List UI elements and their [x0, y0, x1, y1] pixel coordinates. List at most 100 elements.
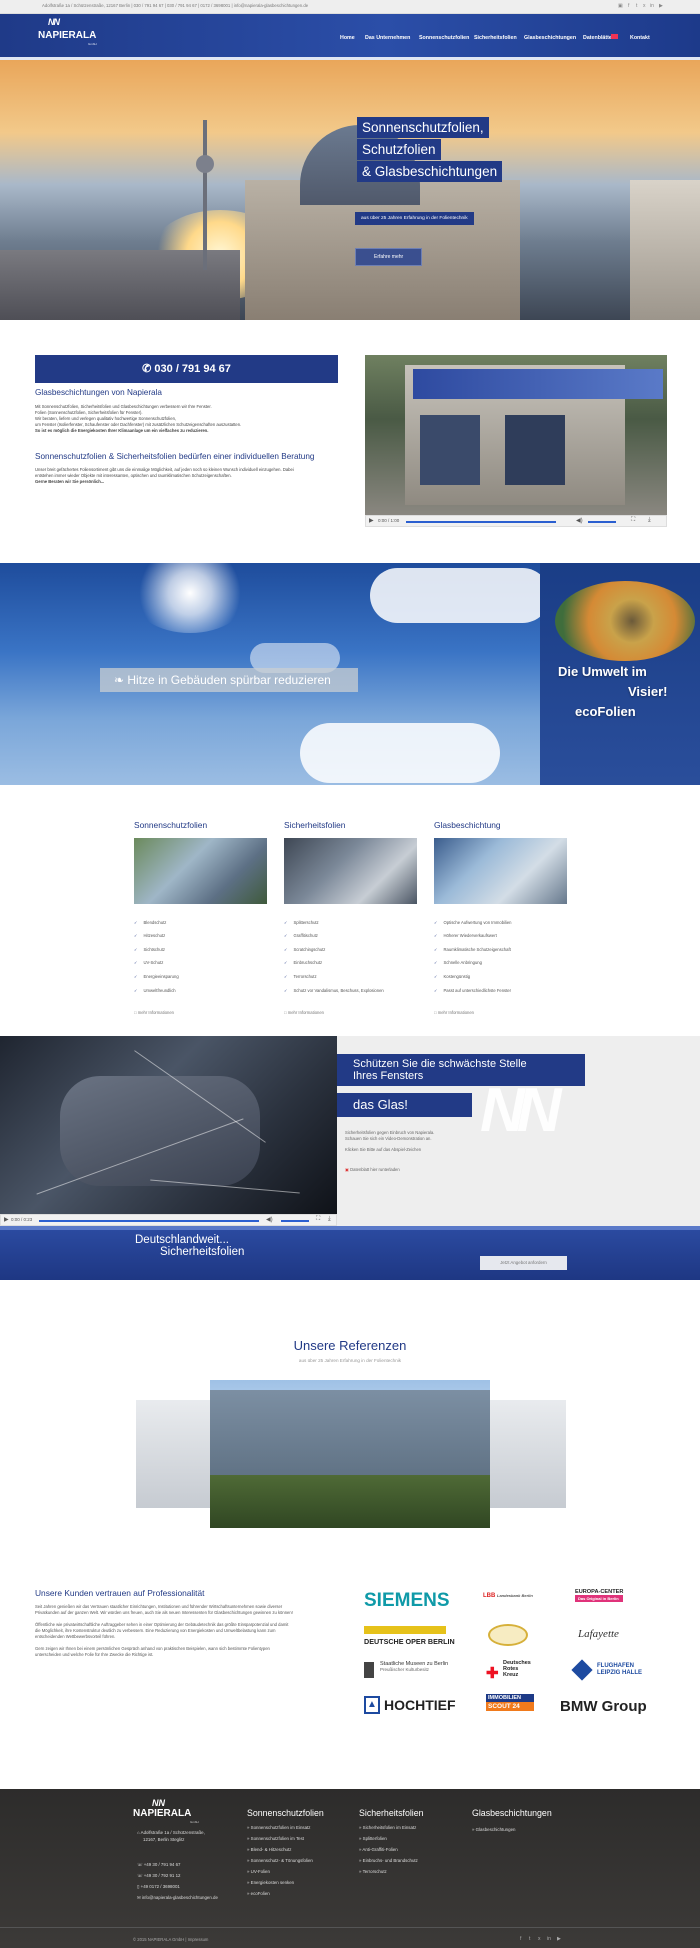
- nav-home[interactable]: Home: [340, 35, 355, 41]
- twitter-icon[interactable]: t: [529, 1936, 530, 1942]
- footer-logo[interactable]: NAPIERALA: [133, 1808, 191, 1819]
- download-icon[interactable]: ⤓: [648, 517, 651, 524]
- feature-label: Schnelle Anbringung: [443, 960, 482, 965]
- check-icon: ✓: [434, 960, 438, 965]
- reference-slide-active[interactable]: [210, 1380, 490, 1528]
- footer-link[interactable]: » Energiekosten senken: [247, 1880, 294, 1885]
- check-icon: ✓: [134, 920, 138, 925]
- video-controls: ▶ 0:00 / 0:23 ◀) ⛶ ⤓: [0, 1214, 337, 1226]
- footer-phone-2[interactable]: ☏ +49 30 / 792 91 12: [137, 1873, 180, 1879]
- nav-sicherheitsfolien[interactable]: Sicherheitsfolien: [474, 35, 517, 41]
- lbb-logo-subtext: Landesbank Berlin: [497, 1593, 533, 1598]
- footer-col1-title: Sonnenschutzfolien: [247, 1808, 324, 1818]
- pdf-icon: [611, 34, 618, 39]
- volume-icon[interactable]: ◀): [266, 1216, 273, 1223]
- nav-glasbeschichtungen[interactable]: Glasbeschichtungen: [524, 35, 576, 41]
- phone-icon: ☏: [137, 1862, 144, 1867]
- shop-video[interactable]: [365, 355, 667, 515]
- footer-email[interactable]: ✉ info@napierala-glasbeschichtungen.de: [137, 1895, 218, 1901]
- nav-das-unternehmen[interactable]: Das Unternehmen: [365, 35, 410, 41]
- more-info-link[interactable]: □ mehr Informationen: [134, 1010, 174, 1015]
- logo[interactable]: NAPIERALA: [38, 30, 96, 41]
- footer-phone-1[interactable]: ☏ +49 30 / 791 94 67: [137, 1862, 180, 1868]
- nav-kontakt[interactable]: Kontakt: [630, 35, 650, 41]
- product-image-glas[interactable]: [434, 838, 567, 904]
- download-icon[interactable]: ⤓: [328, 1216, 331, 1223]
- drk-logo-line-3: Kreuz: [503, 1672, 519, 1678]
- footer-link[interactable]: » Sicherheitsfolien im Einsatz: [359, 1825, 416, 1830]
- linkedin-icon[interactable]: in: [650, 3, 654, 9]
- play-icon[interactable]: ▶: [4, 1216, 9, 1223]
- feature-item: ✓ Einbruchschutz: [284, 960, 322, 965]
- copyright: © 2015 NAPIERALA GmbH | Impressum: [133, 1937, 209, 1942]
- request-offer-button[interactable]: Jetzt Angebot anfordern: [480, 1256, 567, 1270]
- footer-bottom-bar: [0, 1927, 700, 1948]
- datasheet-link[interactable]: ▣ Datenblatt hier runterladen: [345, 1167, 400, 1172]
- hero-more-button[interactable]: Erfahre mehr: [355, 248, 423, 266]
- video-progress[interactable]: [406, 521, 556, 523]
- footer-link[interactable]: » Sonnenschutzfolien im Test: [247, 1836, 304, 1841]
- fullscreen-icon[interactable]: ⛶: [316, 1216, 320, 1223]
- volume-icon[interactable]: ◀): [576, 517, 583, 524]
- facebook-icon[interactable]: f: [628, 3, 629, 9]
- rss-icon[interactable]: ▣: [618, 3, 623, 9]
- glass-text-3: Klicken Sie Bitte auf das Abspiel-Zeiche…: [345, 1147, 422, 1152]
- glass-text-2: Schauen Sie sich ein Video-Demonstration…: [345, 1136, 432, 1141]
- footer-link[interactable]: » ecoFolien: [247, 1891, 270, 1896]
- site-footer: [0, 1789, 700, 1948]
- phone-bar[interactable]: ✆ 030 / 791 94 67: [35, 355, 338, 383]
- footer-link[interactable]: » Anti-Graffiti-Folien: [359, 1847, 398, 1852]
- check-icon: ✓: [434, 920, 438, 925]
- footer-link[interactable]: » Blend- & Hitzeschutz: [247, 1847, 291, 1852]
- footer-logo-mark-icon: NN: [152, 1798, 165, 1808]
- xing-icon[interactable]: x: [538, 1936, 541, 1942]
- nav-sonnenschutzfolien[interactable]: Sonnenschutzfolien: [419, 35, 469, 41]
- video-shop-door: [505, 415, 565, 485]
- product-title-sicherheit[interactable]: Sicherheitsfolien: [284, 820, 345, 830]
- volume-slider[interactable]: [281, 1220, 309, 1222]
- footer-mobile[interactable]: ▯ +49 0172 / 3698001: [137, 1884, 180, 1890]
- check-icon: ✓: [284, 960, 288, 965]
- feature-item: ✓ UV-Schutz: [134, 960, 163, 965]
- volume-slider[interactable]: [588, 521, 616, 523]
- footer-link[interactable]: » Einbruchs- und Brandschutz: [359, 1858, 418, 1863]
- video-controls: ▶ 0:00 / 1:00 ◀) ⛶ ⤓: [365, 515, 667, 527]
- reference-slide-next[interactable]: [490, 1400, 566, 1508]
- footer-link[interactable]: » UV-Folien: [247, 1869, 270, 1874]
- play-icon[interactable]: ▶: [369, 517, 374, 524]
- leaf-icon: ❧: [114, 673, 128, 687]
- video-time: 0:00 / 1:00: [378, 518, 400, 523]
- product-title-glas[interactable]: Glasbeschichtung: [434, 820, 501, 830]
- footer-link[interactable]: » Glasbeschichtungen: [472, 1827, 515, 1832]
- footer-logo-sub: GmbH: [190, 1820, 199, 1824]
- xing-icon[interactable]: x: [643, 3, 646, 9]
- feature-label: Sichtschutz: [143, 947, 165, 952]
- youtube-icon[interactable]: ▶: [557, 1936, 561, 1942]
- youtube-icon[interactable]: ▶: [659, 3, 663, 9]
- facebook-icon[interactable]: f: [520, 1936, 521, 1942]
- video-progress[interactable]: [39, 1220, 259, 1222]
- footer-link[interactable]: » Sonnenschutz- & Tönungsfolien: [247, 1858, 313, 1863]
- eco-earth-eye: [555, 581, 695, 661]
- twitter-icon[interactable]: t: [636, 3, 637, 9]
- linkedin-icon[interactable]: in: [547, 1936, 551, 1942]
- product-title-sonnenschutz[interactable]: Sonnenschutzfolien: [134, 820, 207, 830]
- reference-slide-prev[interactable]: [136, 1400, 210, 1508]
- burglar-video[interactable]: [0, 1036, 337, 1214]
- footer-link[interactable]: » Sonnenschutzfolien im Einsatz: [247, 1825, 310, 1830]
- nav-datenblaetter[interactable]: Datenblätter: [583, 35, 614, 41]
- hero-line-3: & Glasbeschichtungen: [357, 161, 503, 182]
- more-info-link[interactable]: □ mehr Informationen: [284, 1010, 324, 1015]
- feature-item: ✓ Scratchingschutz: [284, 947, 325, 952]
- lafayette-logo: Lafayette: [578, 1628, 619, 1640]
- eco-heat-button[interactable]: ❧ Hitze in Gebäuden spürbar reduzieren: [100, 668, 358, 692]
- product-image-sonnenschutz[interactable]: [134, 838, 267, 904]
- footer-link[interactable]: » Splitterfolien: [359, 1836, 387, 1841]
- product-image-sicherheit[interactable]: [284, 838, 417, 904]
- intro-text-7: entstehen immer wieder Objekte mit inter…: [35, 473, 232, 478]
- feature-label: Schutz vor Vandalismus, Beschuss, Explos…: [293, 988, 384, 993]
- fullscreen-icon[interactable]: ⛶: [631, 517, 635, 524]
- logo-mark-icon[interactable]: NN: [48, 17, 74, 29]
- more-info-link[interactable]: □ mehr Informationen: [434, 1010, 474, 1015]
- footer-link[interactable]: » Terrorschutz: [359, 1869, 387, 1874]
